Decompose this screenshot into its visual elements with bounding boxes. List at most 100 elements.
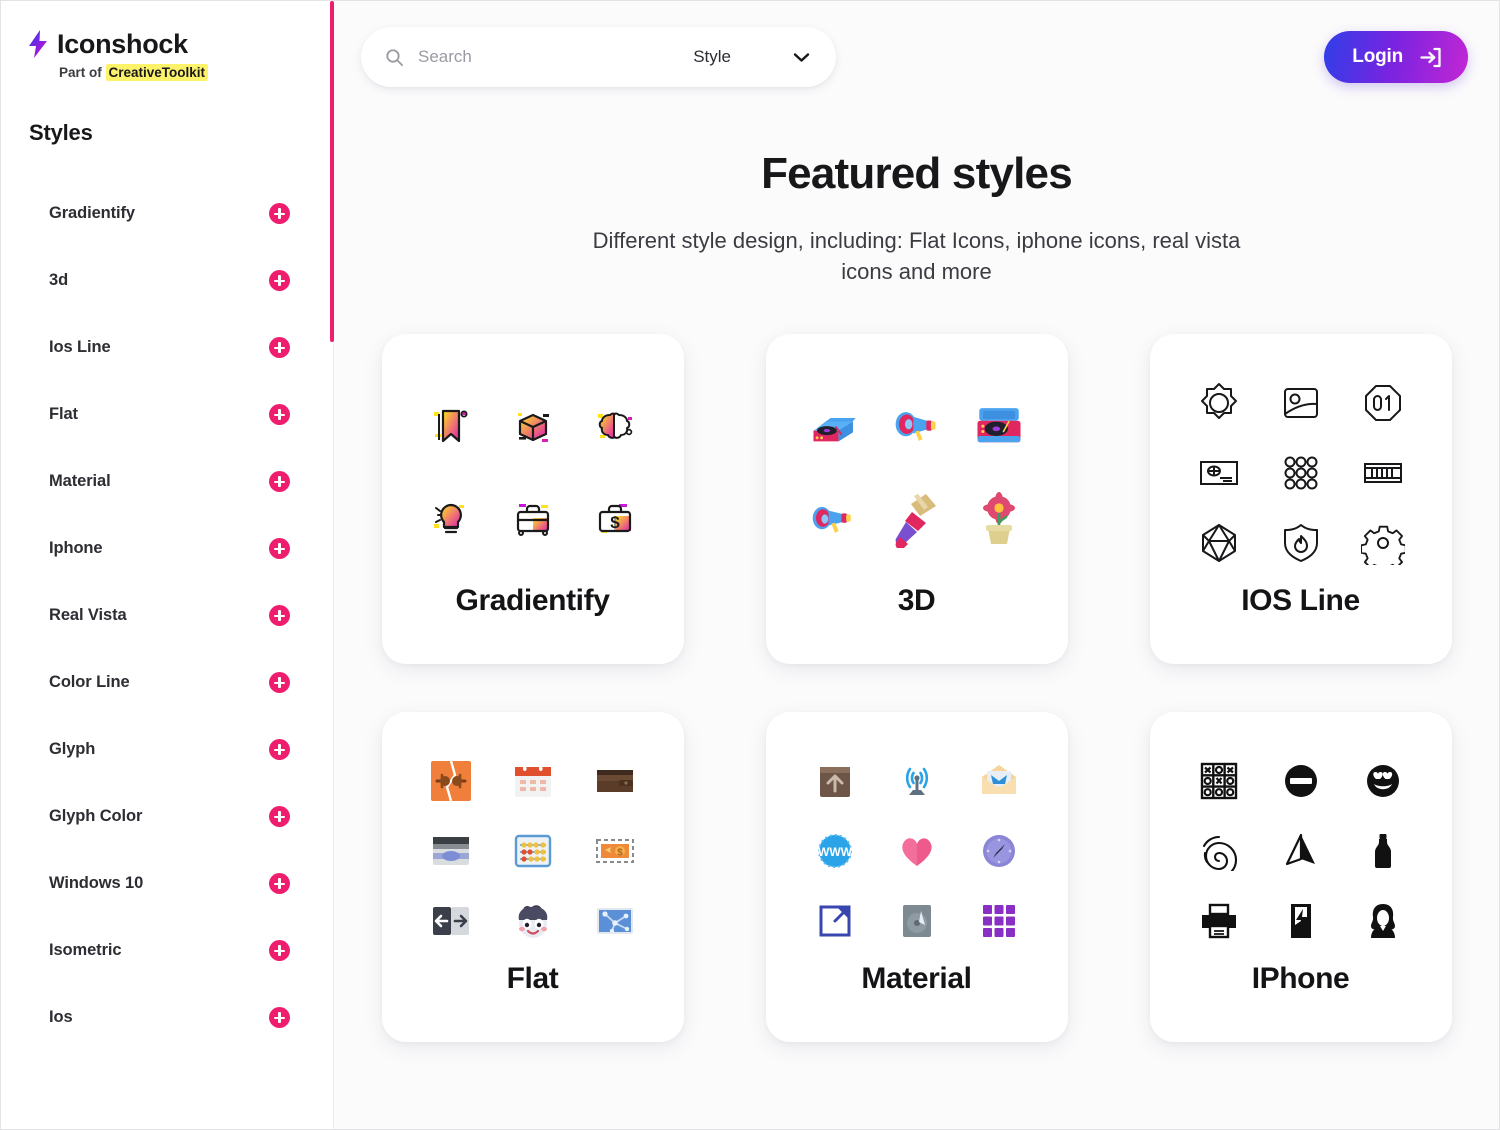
style-card-gradientify[interactable]: $ Gradientify	[381, 334, 684, 665]
megaphone-side-icon	[809, 493, 861, 545]
hard-drive-icon	[891, 895, 943, 947]
sun-burst-icon	[1193, 377, 1245, 429]
brand-tagline: Part of CreativeToolkit	[59, 64, 334, 81]
heart-eyes-smiley-icon	[1357, 755, 1409, 807]
search-icon	[385, 48, 404, 67]
briefcase-icon	[507, 493, 559, 545]
compass-icon	[973, 825, 1025, 877]
sidebar-item-label: Gradientify	[49, 204, 136, 222]
box-upload-icon	[809, 755, 861, 807]
octagon-01-icon	[1357, 377, 1409, 429]
login-arrow-icon	[1418, 45, 1443, 70]
sidebar-item-color-line[interactable]: Color Line	[1, 649, 334, 716]
sidebar-item-ios-line[interactable]: Ios Line	[1, 314, 334, 381]
battery-bolt-icon	[1275, 895, 1327, 947]
sidebar-item-isometric[interactable]: Isometric	[1, 917, 334, 984]
external-link-icon	[809, 895, 861, 947]
plus-icon[interactable]	[269, 605, 290, 626]
sidebar-item-windows-10[interactable]: Windows 10	[1, 850, 334, 917]
login-button[interactable]: Login	[1324, 31, 1468, 83]
open-envelope-icon	[973, 755, 1025, 807]
icon-preview-grid	[794, 362, 1040, 584]
style-card-flat[interactable]: $ Flat	[381, 712, 684, 1043]
bottle-icon	[1357, 825, 1409, 877]
sidebar-item-label: Material	[49, 472, 111, 490]
lightbulb-icon	[425, 493, 477, 545]
potted-flower-icon	[973, 492, 1025, 545]
style-card-title: Gradientify	[455, 584, 610, 618]
megaphone-icon	[891, 401, 943, 453]
style-card-title: 3D	[897, 584, 936, 618]
plus-icon[interactable]	[269, 270, 290, 291]
style-dropdown-label: Style	[693, 47, 731, 66]
plus-icon[interactable]	[269, 739, 290, 760]
sidebar-item-label: Iphone	[49, 539, 103, 557]
box-icon	[507, 401, 559, 453]
main-content: Style Login	[334, 1, 1499, 1129]
tic-tac-toe-icon	[1193, 755, 1245, 807]
plus-icon[interactable]	[269, 471, 290, 492]
style-card-material[interactable]: WWW Material	[765, 712, 1068, 1043]
sidebar: Iconshock Part of CreativeToolkit Styles…	[1, 1, 334, 1129]
search-bar[interactable]: Style	[361, 27, 836, 87]
arrows-left-right-icon	[425, 895, 477, 947]
sidebar-nav: Gradientify 3d Ios Line Flat Material Ip…	[1, 180, 334, 1051]
style-card-3d[interactable]: 3D	[765, 334, 1068, 665]
sidebar-item-label: Glyph Color	[49, 807, 143, 825]
wallet-icon	[589, 755, 641, 807]
style-dropdown[interactable]: Style	[693, 47, 810, 67]
sidebar-item-glyph[interactable]: Glyph	[1, 716, 334, 783]
sidebar-item-glyph-color[interactable]: Glyph Color	[1, 783, 334, 850]
plus-icon[interactable]	[269, 672, 290, 693]
plus-icon[interactable]	[269, 806, 290, 827]
style-card-ios-line[interactable]: IOS Line	[1149, 334, 1452, 665]
sidebar-item-label: Isometric	[49, 941, 122, 959]
sidebar-item-label: Real Vista	[49, 606, 127, 624]
turntable-icon	[973, 401, 1025, 453]
search-input[interactable]	[418, 47, 608, 67]
icon-preview-grid: $	[410, 740, 656, 962]
plus-icon[interactable]	[269, 1007, 290, 1028]
sidebar-item-ios[interactable]: Ios	[1, 984, 334, 1051]
apps-grid-icon	[973, 895, 1025, 947]
plus-icon[interactable]	[269, 940, 290, 961]
sidebar-item-label: Flat	[49, 405, 78, 423]
sidebar-item-material[interactable]: Material	[1, 448, 334, 515]
plus-icon[interactable]	[269, 538, 290, 559]
plus-icon[interactable]	[269, 337, 290, 358]
icon-preview-grid	[1178, 740, 1424, 962]
plus-icon[interactable]	[269, 873, 290, 894]
antenna-signal-icon	[891, 755, 943, 807]
calendar-icon	[507, 755, 559, 807]
chevron-down-icon[interactable]	[731, 52, 810, 63]
style-card-iphone[interactable]: IPhone	[1149, 712, 1452, 1043]
topbar: Style Login	[334, 1, 1499, 113]
sidebar-item-label: Glyph	[49, 740, 96, 758]
style-card-title: Material	[861, 962, 972, 996]
record-player-open-icon	[809, 401, 861, 453]
abacus-icon	[507, 825, 559, 877]
sidebar-item-label: Windows 10	[49, 874, 144, 892]
plus-icon[interactable]	[269, 203, 290, 224]
svg-text:WWW: WWW	[818, 845, 853, 859]
hero-section: Featured styles Different style design, …	[334, 149, 1499, 287]
mascot-face-icon	[507, 895, 559, 947]
plus-icon[interactable]	[269, 404, 290, 425]
id-card-icon	[1193, 447, 1245, 499]
sidebar-item-flat[interactable]: Flat	[1, 381, 334, 448]
gear-icon	[1357, 517, 1409, 569]
sidebar-item-gradientify[interactable]: Gradientify	[1, 180, 334, 247]
brand[interactable]: Iconshock Part of CreativeToolkit	[1, 1, 334, 81]
style-card-title: IPhone	[1251, 962, 1350, 996]
sidebar-item-real-vista[interactable]: Real Vista	[1, 582, 334, 649]
sidebar-heading: Styles	[29, 120, 93, 145]
printer-icon	[1193, 895, 1245, 947]
page-subtitle: Different style design, including: Flat …	[592, 228, 1241, 285]
broken-connection-icon	[425, 755, 477, 807]
sidebar-item-3d[interactable]: 3d	[1, 247, 334, 314]
sidebar-item-label: Color Line	[49, 673, 130, 691]
login-button-label: Login	[1352, 46, 1403, 67]
svg-text:$: $	[610, 513, 620, 532]
browser-window-icon	[425, 825, 477, 877]
sidebar-item-iphone[interactable]: Iphone	[1, 515, 334, 582]
